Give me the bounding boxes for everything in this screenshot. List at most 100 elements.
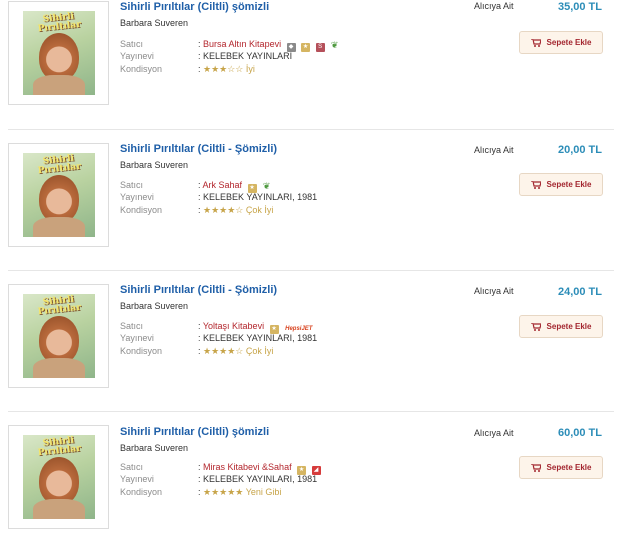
condition-stars-icon: ★★★★☆ bbox=[203, 205, 244, 215]
listing-item: Sihirli Pırıltılar Sihirli Pırıltılar (C… bbox=[0, 416, 622, 558]
listing-item: Sihirli Pırıltılar Sihirli Pırıltılar (C… bbox=[0, 275, 622, 417]
colon: : bbox=[198, 64, 201, 74]
colon: : bbox=[198, 205, 201, 215]
publisher-link[interactable]: KELEBEK YAYINLARI, 1981 bbox=[203, 474, 317, 484]
seller-link[interactable]: Yoltaşı Kitabevi bbox=[203, 321, 264, 331]
add-to-cart-label: Sepete Ekle bbox=[546, 463, 592, 472]
seller-label: Satıcı bbox=[120, 39, 144, 49]
cart-icon bbox=[530, 463, 541, 472]
condition-label: Kondisyon bbox=[120, 64, 163, 74]
publisher-label: Yayınevi bbox=[120, 474, 154, 484]
price: 24,00 TL bbox=[557, 286, 602, 298]
condition-value: : ★★★★☆ Çok İyi bbox=[198, 346, 273, 357]
cover-portrait bbox=[39, 457, 79, 505]
book-title-link[interactable]: Sihirli Pırıltılar (Ciltli - Şömizli) bbox=[120, 143, 277, 155]
publisher-label: Yayınevi bbox=[120, 333, 154, 343]
listing-item: Sihirli Pırıltılar Sihirli Pırıltılar (C… bbox=[0, 134, 622, 276]
colon: : bbox=[198, 487, 201, 497]
book-cover-image: Sihirli Pırıltılar bbox=[23, 153, 95, 237]
colon: : bbox=[198, 51, 201, 61]
condition-label: Kondisyon bbox=[120, 205, 163, 215]
colon: : bbox=[198, 462, 201, 472]
colon: : bbox=[198, 346, 201, 356]
cover-portrait bbox=[39, 175, 79, 223]
condition-text: Çok İyi bbox=[245, 205, 274, 215]
colon: : bbox=[198, 39, 201, 49]
cart-icon bbox=[530, 38, 541, 47]
book-title-link[interactable]: Sihirli Pırıltılar (Ciltli) şömizli bbox=[120, 426, 269, 438]
publisher-value: : KELEBEK YAYINLARI, 1981 bbox=[198, 474, 317, 484]
cover-title: Sihirli Pırıltılar bbox=[37, 11, 82, 35]
author-name[interactable]: Barbara Suveren bbox=[120, 160, 188, 170]
colon: : bbox=[198, 333, 201, 343]
listing-results: Sihirli Pırıltılar Sihirli Pırıltılar (C… bbox=[0, 0, 622, 529]
condition-text: Yeni Gibi bbox=[245, 487, 282, 497]
divider bbox=[8, 270, 614, 271]
condition-text: İyi bbox=[245, 64, 255, 74]
publisher-value: : KELEBEK YAYINLARI, 1981 bbox=[198, 192, 317, 202]
colon: : bbox=[198, 321, 201, 331]
publisher-value: : KELEBEK YAYINLARI, 1981 bbox=[198, 333, 317, 343]
book-cover-image: Sihirli Pırıltılar bbox=[23, 11, 95, 95]
cover-figure bbox=[33, 75, 85, 95]
shipping-info: Alıcıya Ait bbox=[474, 286, 514, 296]
add-to-cart-label: Sepete Ekle bbox=[546, 38, 592, 47]
cover-figure bbox=[33, 499, 85, 519]
seller-label: Satıcı bbox=[120, 321, 144, 331]
cover-title: Sihirli Pırıltılar bbox=[37, 153, 82, 177]
add-to-cart-label: Sepete Ekle bbox=[546, 180, 592, 189]
seller-label: Satıcı bbox=[120, 462, 144, 472]
seller-badge-icon: ★ bbox=[301, 43, 311, 52]
add-to-cart-button[interactable]: Sepete Ekle bbox=[519, 315, 603, 338]
cover-portrait bbox=[39, 316, 79, 364]
condition-value: : ★★★★☆ Çok İyi bbox=[198, 205, 273, 216]
book-thumbnail[interactable]: Sihirli Pırıltılar bbox=[8, 284, 109, 388]
publisher-label: Yayınevi bbox=[120, 192, 154, 202]
author-name[interactable]: Barbara Suveren bbox=[120, 443, 188, 453]
book-title-link[interactable]: Sihirli Pırıltılar (Ciltli - Şömizli) bbox=[120, 284, 277, 296]
cover-figure bbox=[33, 217, 85, 237]
leaf-icon: ❦ bbox=[330, 40, 340, 50]
publisher-label: Yayınevi bbox=[120, 51, 154, 61]
add-to-cart-button[interactable]: Sepete Ekle bbox=[519, 456, 603, 479]
shipping-info: Alıcıya Ait bbox=[474, 428, 514, 438]
book-thumbnail[interactable]: Sihirli Pırıltılar bbox=[8, 1, 109, 105]
publisher-link[interactable]: KELEBEK YAYINLARI, 1981 bbox=[203, 333, 317, 343]
cover-title: Sihirli Pırıltılar bbox=[37, 435, 82, 459]
colon: : bbox=[198, 474, 201, 484]
author-name[interactable]: Barbara Suveren bbox=[120, 18, 188, 28]
publisher-value: : KELEBEK YAYINLARI bbox=[198, 51, 292, 61]
book-title-link[interactable]: Sihirli Pırıltılar (Ciltli) şömizli bbox=[120, 1, 269, 13]
seller-label: Satıcı bbox=[120, 180, 144, 190]
shipping-info: Alıcıya Ait bbox=[474, 145, 514, 155]
colon: : bbox=[198, 180, 201, 190]
add-to-cart-label: Sepete Ekle bbox=[546, 322, 592, 331]
author-name[interactable]: Barbara Suveren bbox=[120, 301, 188, 311]
condition-text: Çok İyi bbox=[245, 346, 274, 356]
condition-stars-icon: ★★★☆☆ bbox=[203, 64, 244, 74]
publisher-link[interactable]: KELEBEK YAYINLARI, 1981 bbox=[203, 192, 317, 202]
book-cover-image: Sihirli Pırıltılar bbox=[23, 435, 95, 519]
book-thumbnail[interactable]: Sihirli Pırıltılar bbox=[8, 425, 109, 529]
leaf-icon: ❦ bbox=[262, 181, 272, 191]
book-thumbnail[interactable]: Sihirli Pırıltılar bbox=[8, 143, 109, 247]
condition-value: : ★★★★★ Yeni Gibi bbox=[198, 487, 281, 498]
book-cover-image: Sihirli Pırıltılar bbox=[23, 294, 95, 378]
price: 20,00 TL bbox=[557, 144, 602, 156]
add-to-cart-button[interactable]: Sepete Ekle bbox=[519, 31, 603, 54]
seller-link[interactable]: Bursa Altın Kitapevi bbox=[203, 39, 281, 49]
shipping-info: Alıcıya Ait bbox=[474, 1, 514, 11]
divider bbox=[8, 129, 614, 130]
condition-value: : ★★★☆☆ İyi bbox=[198, 64, 255, 75]
listing-item: Sihirli Pırıltılar Sihirli Pırıltılar (C… bbox=[0, 0, 622, 134]
seller-link[interactable]: Miras Kitabevi &Sahaf bbox=[203, 462, 292, 472]
cover-portrait bbox=[39, 33, 79, 81]
condition-stars-icon: ★★★★★ bbox=[203, 487, 244, 497]
seller-link[interactable]: Ark Sahaf bbox=[203, 180, 243, 190]
cart-icon bbox=[530, 180, 541, 189]
publisher-link[interactable]: KELEBEK YAYINLARI bbox=[203, 51, 292, 61]
add-to-cart-button[interactable]: Sepete Ekle bbox=[519, 173, 603, 196]
condition-label: Kondisyon bbox=[120, 487, 163, 497]
colon: : bbox=[198, 192, 201, 202]
cart-icon bbox=[530, 322, 541, 331]
